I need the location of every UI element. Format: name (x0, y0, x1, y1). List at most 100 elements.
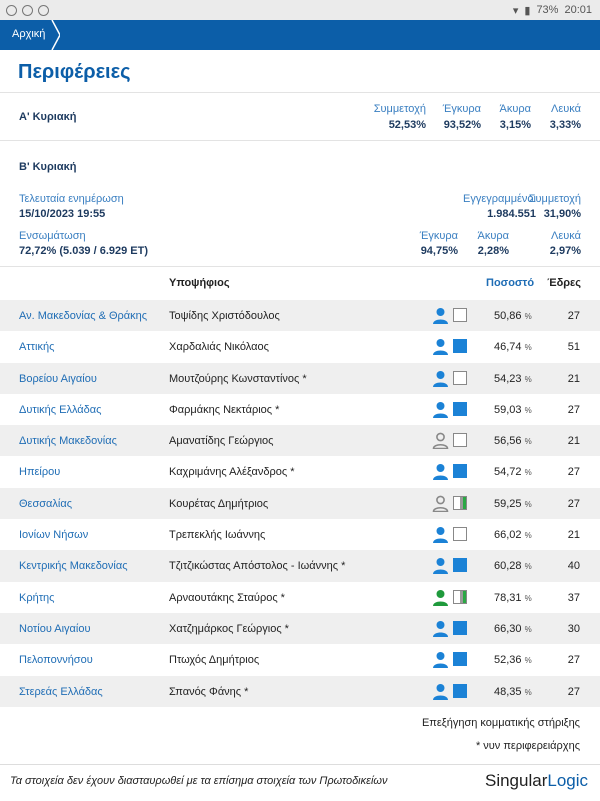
footnote: * νυν περιφερειάρχης (475, 740, 580, 752)
region-link[interactable]: Βορείου Αιγαίου (19, 373, 97, 385)
header-candidate[interactable]: Υποψήφιος (169, 277, 230, 289)
percent-value: 66,30 % (494, 622, 532, 635)
last-update-value: 15/10/2023 19:55 (19, 208, 106, 220)
party-support-icon (453, 401, 467, 416)
seats-value: 40 (567, 560, 580, 573)
clock: 20:01 (564, 4, 592, 16)
counted-label: Ενσωμάτωση (19, 230, 86, 242)
region-link[interactable]: Αττικής (19, 341, 54, 353)
party-support-icon (453, 620, 467, 635)
person-icon (432, 651, 449, 669)
seats-value: 51 (567, 341, 580, 354)
party-support-icon (453, 652, 467, 667)
round-a-valid: Έγκυρα 93,52% (442, 103, 481, 131)
table-row[interactable]: Πελοποννήσου Πτωχός Δημήτριος 52,36 % 27 (0, 644, 600, 675)
registered-label: Εγγεγραμμένοι (463, 193, 536, 205)
table-row[interactable]: Στερεάς Ελλάδας Σπανός Φάνης * 48,35 % 27 (0, 675, 600, 707)
person-icon (432, 370, 449, 387)
round-b-valid-label: Έγκυρα (419, 230, 458, 242)
percent-value: 78,31 % (494, 591, 532, 604)
party-support-icon (453, 683, 467, 698)
round-b-blank-label: Λευκά (551, 230, 581, 242)
region-link[interactable]: Αν. Μακεδονίας & Θράκης (19, 310, 147, 322)
table-body: Αν. Μακεδονίας & Θράκης Τοψίδης Χριστόδου… (0, 300, 600, 707)
table-row[interactable]: Θεσσαλίας Κουρέτας Δημήτριος 59,25 % 27 (0, 487, 600, 520)
party-support-icon (453, 308, 467, 322)
candidate-name: Χαρδαλιάς Νικόλαος (169, 341, 269, 354)
party-support-icon (453, 370, 467, 385)
candidate-name: Τζιτζικώστας Απόστολος - Ιωάννης * (169, 560, 346, 573)
seats-value: 21 (567, 529, 580, 542)
percent-value: 46,74 % (494, 341, 532, 354)
candidate-name: Χατζημάρκος Γεώργιος * (169, 622, 289, 635)
person-icon (432, 463, 449, 481)
round-b-summary: Β' Κυριακή Τελευταία ενημέρωση 15/10/202… (0, 141, 600, 266)
table-row[interactable]: Νοτίου Αιγαίου Χατζημάρκος Γεώργιος * 66,3… (0, 612, 600, 645)
round-a-summary: Α' Κυριακή Συμμετοχή 52,53% Έγκυρα 93,52… (0, 93, 600, 140)
table-row[interactable]: Ηπείρου Καχριμάνης Αλέξανδρος * 54,72 % 27 (0, 456, 600, 487)
seats-value: 27 (567, 466, 580, 479)
region-link[interactable]: Στερεάς Ελλάδας (19, 686, 103, 698)
seats-value: 27 (567, 403, 580, 416)
table-row[interactable]: Δυτικής Ελλάδας Φαρμάκης Νεκτάριος * 59,03… (0, 394, 600, 425)
person-icon (432, 683, 449, 700)
system-icons: ▾ ▮ 73% 20:01 (513, 4, 592, 17)
party-support-icon (453, 339, 467, 354)
person-icon (432, 432, 449, 450)
table-header: Υποψήφιος Ποσοστό Έδρες (0, 268, 600, 300)
candidate-name: Τοψίδης Χριστόδουλος (169, 310, 280, 322)
region-link[interactable]: Θεσσαλίας (19, 498, 72, 510)
breadcrumb-home[interactable]: Αρχική (0, 20, 60, 50)
candidate-name: Κουρέτας Δημήτριος (169, 497, 269, 510)
table-row[interactable]: Κεντρικής Μακεδονίας Τζιτζικώστας Απόστολ… (0, 550, 600, 582)
status-bar: ▾ ▮ 73% 20:01 (0, 0, 600, 20)
disclaimer: Τα στοιχεία δεν έχουν διασταυρωθεί με τα… (10, 775, 388, 787)
region-link[interactable]: Δυτικής Μακεδονίας (19, 435, 117, 447)
round-a-invalid: Άκυρα 3,15% (499, 103, 531, 131)
percent-value: 56,56 % (494, 435, 532, 448)
round-b-invalid-label: Άκυρα (477, 230, 509, 242)
round-a-blank: Λευκά 3,33% (549, 103, 581, 131)
viber-icon (38, 4, 49, 16)
region-link[interactable]: Ηπείρου (19, 466, 60, 478)
person-icon (432, 620, 449, 637)
round-a-turnout: Συμμετοχή 52,53% (373, 103, 426, 131)
table-row[interactable]: Δυτικής Μακεδονίας Αμανατίδης Γεώργιος 56,… (0, 425, 600, 457)
percent-value: 52,36 % (494, 654, 532, 667)
party-support-link[interactable]: Επεξήγηση κομματικής στήριξης (422, 717, 580, 729)
region-link[interactable]: Κεντρικής Μακεδονίας (19, 560, 128, 572)
battery-icon: ▮ (524, 4, 531, 17)
seats-value: 27 (567, 310, 580, 322)
table-row[interactable]: Αν. Μακεδονίας & Θράκης Τοψίδης Χριστόδου… (0, 300, 600, 332)
breadcrumb-label: Αρχική (12, 28, 46, 40)
table-row[interactable]: Βορείου Αιγαίου Μουτζούρης Κωνσταντίνος *… (0, 362, 600, 394)
party-support-icon (453, 433, 467, 448)
region-link[interactable]: Νοτίου Αιγαίου (19, 623, 91, 635)
percent-value: 54,23 % (494, 372, 532, 385)
party-support-icon (453, 464, 467, 479)
person-icon (432, 589, 449, 606)
candidate-name: Καχριμάνης Αλέξανδρος * (169, 466, 295, 479)
header-percent[interactable]: Ποσοστό (486, 277, 534, 289)
header-seats[interactable]: Έδρες (547, 277, 581, 289)
party-support-icon (453, 558, 467, 573)
registered-value: 1.984.551 (487, 208, 536, 220)
table-row[interactable]: Ιονίων Νήσων Τρεπεκλής Ιωάννης 66,02 % 21 (0, 519, 600, 550)
seats-value: 21 (567, 372, 580, 385)
region-link[interactable]: Κρήτης (19, 592, 54, 604)
round-b-turnout-label: Συμμετοχή (528, 193, 581, 205)
region-link[interactable]: Ιονίων Νήσων (19, 529, 88, 541)
percent-value: 59,03 % (494, 403, 532, 416)
percent-value: 60,28 % (494, 560, 532, 573)
candidate-name: Μουτζούρης Κωνσταντίνος * (169, 372, 307, 385)
seats-value: 27 (567, 497, 580, 510)
person-icon (432, 557, 449, 575)
table-row[interactable]: Κρήτης Αρναουτάκης Σταύρος * 78,31 % 37 (0, 582, 600, 613)
seats-value: 21 (567, 435, 580, 448)
percent-value: 48,35 % (494, 685, 532, 698)
seats-value: 37 (567, 591, 580, 604)
viber-icon (6, 4, 17, 16)
region-link[interactable]: Πελοποννήσου (19, 654, 93, 666)
table-row[interactable]: Αττικής Χαρδαλιάς Νικόλαος 46,74 % 51 (0, 331, 600, 362)
region-link[interactable]: Δυτικής Ελλάδας (19, 404, 101, 416)
